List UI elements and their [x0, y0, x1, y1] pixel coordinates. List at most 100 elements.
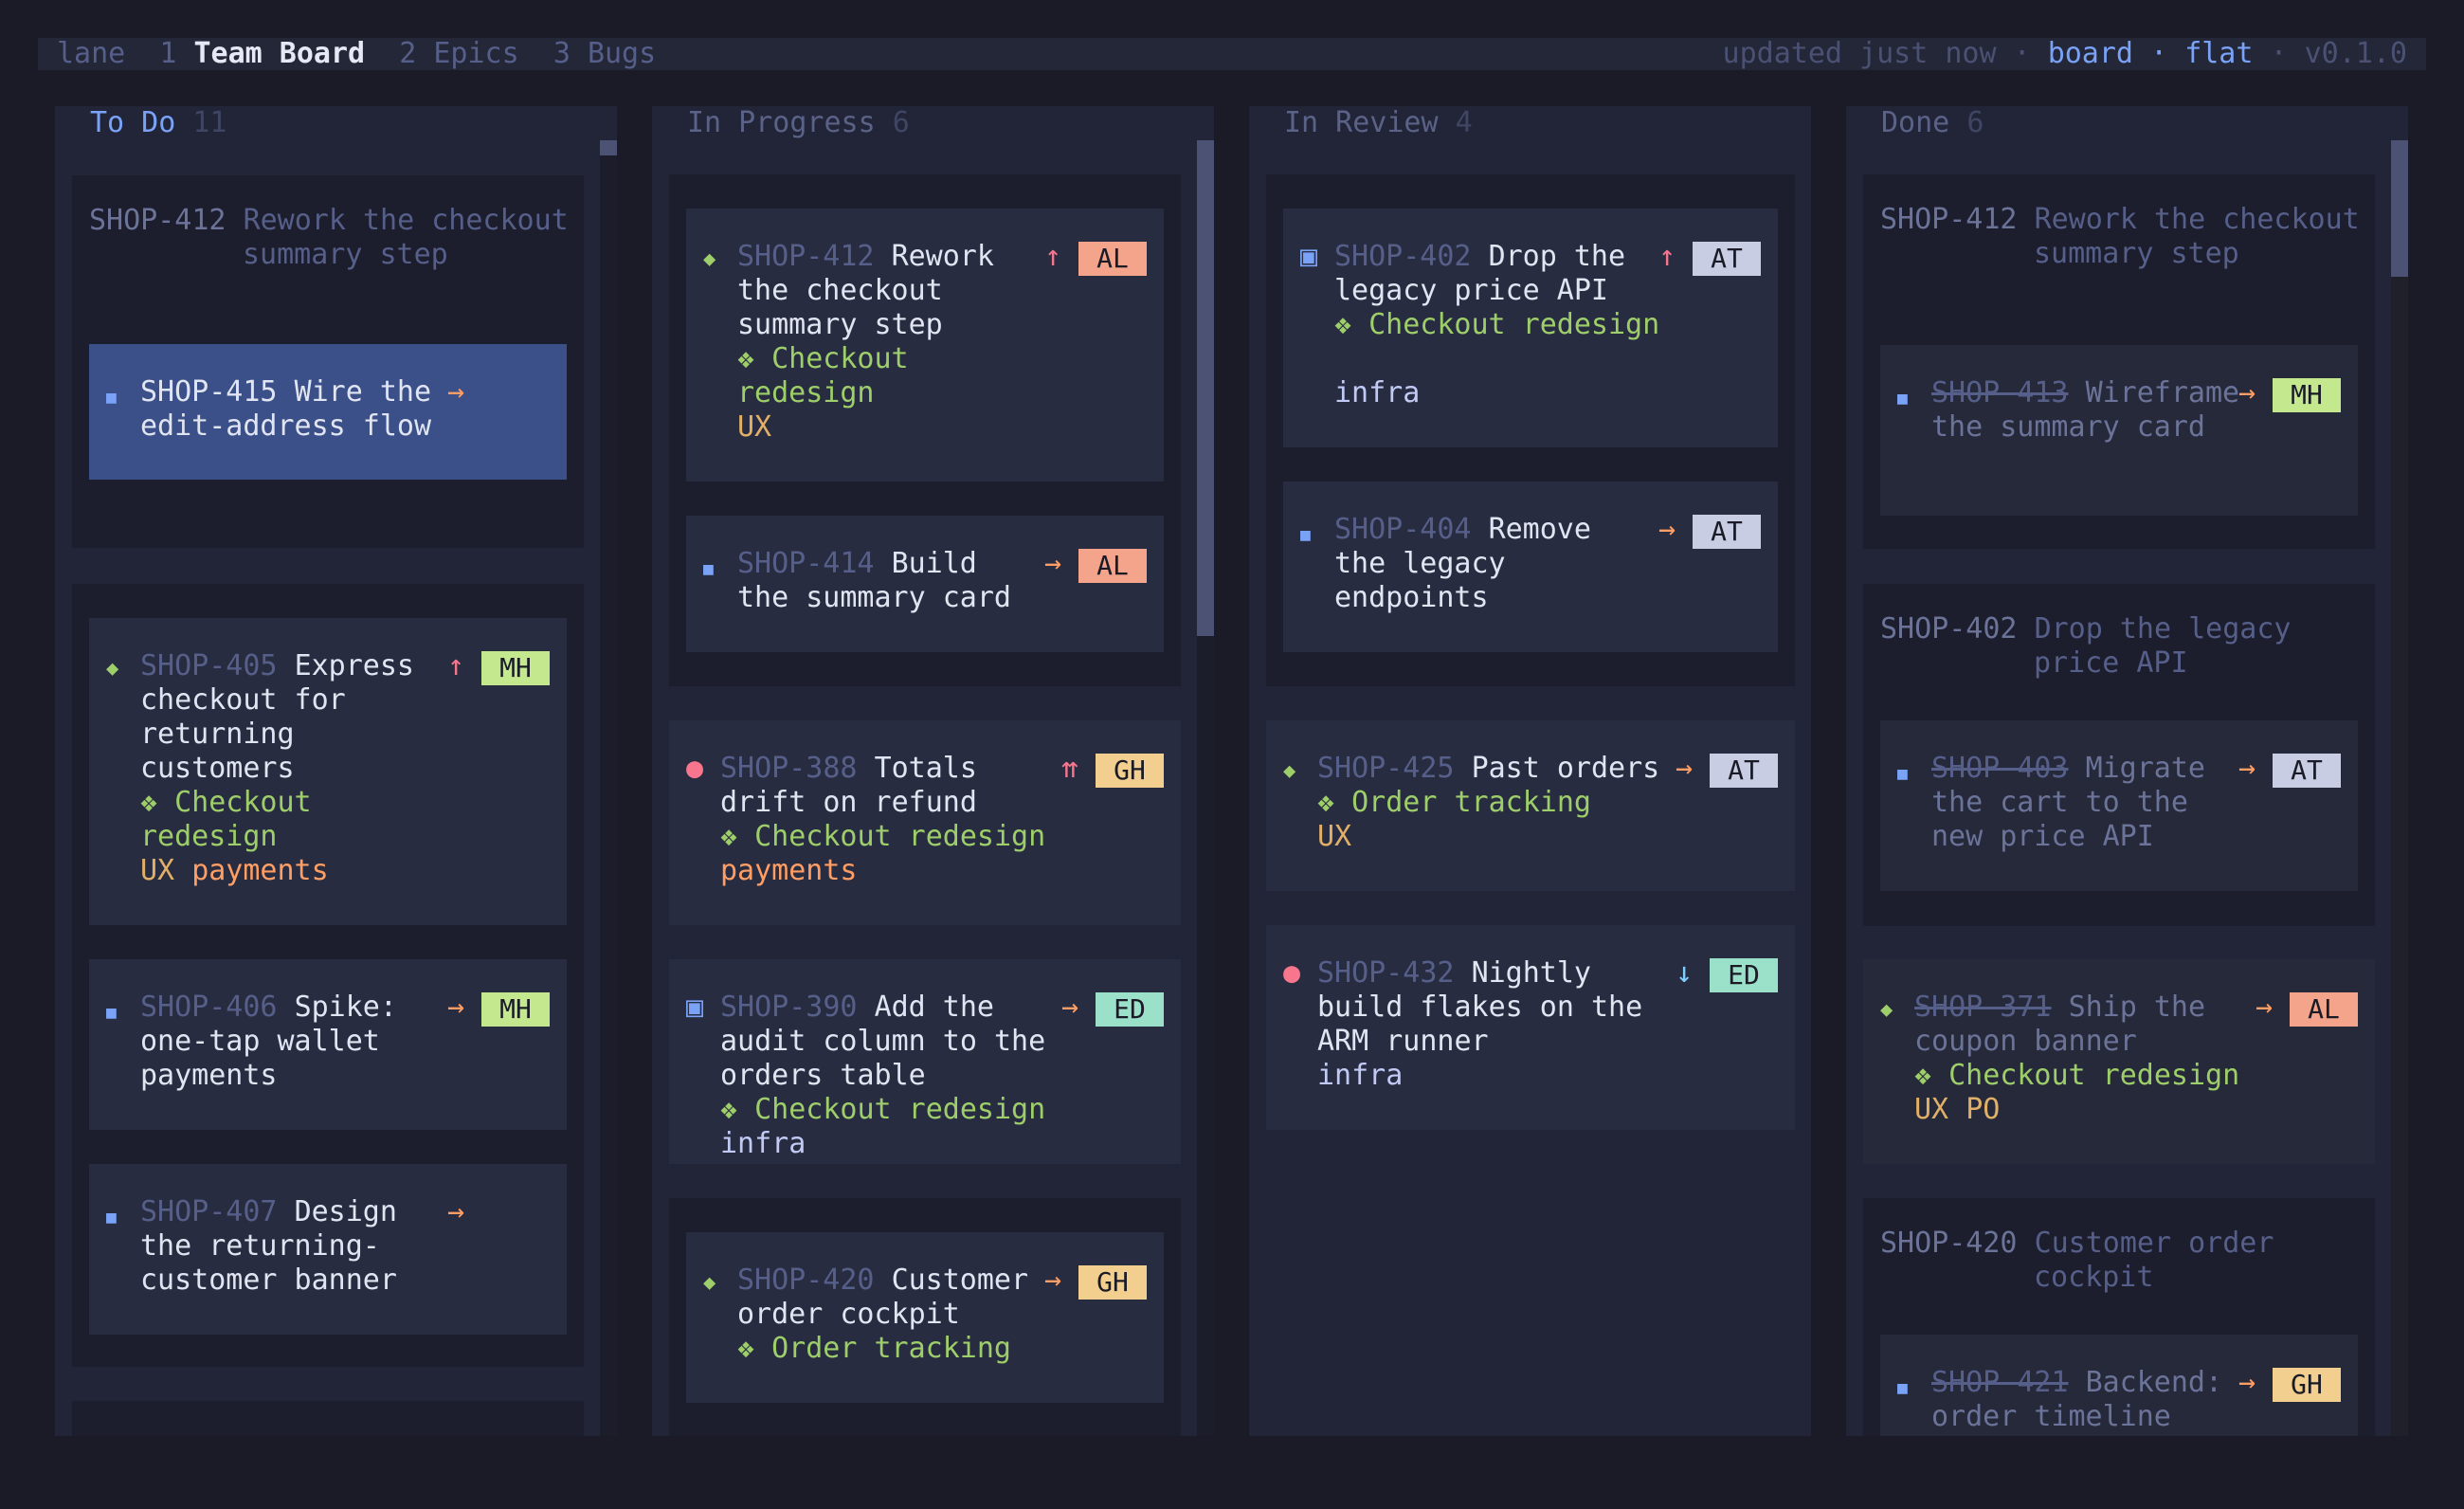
tab-epics[interactable]: 2 Epics	[399, 37, 518, 70]
group-shop-402[interactable]: SHOP-402 Drop the legacy price API ■ SHO…	[1863, 584, 2375, 926]
card-key: SHOP-414	[737, 547, 875, 580]
priority-highest-icon: ⇈	[1061, 752, 1079, 785]
scroll-thumb[interactable]	[2391, 140, 2408, 277]
epic-link[interactable]: ❖ Order tracking	[1317, 786, 1591, 820]
epic-link[interactable]: ❖ Checkout redesign	[720, 820, 1045, 854]
layout-mode[interactable]: flat	[2184, 37, 2253, 70]
column-count: 6	[892, 106, 910, 139]
card-shop-420[interactable]: ◆ SHOP-420 Customer order cockpit ❖ Orde…	[686, 1232, 1164, 1403]
column-done: Done 6 SHOP-412 Rework the checkout summ…	[1846, 106, 2408, 1436]
card-shop-407[interactable]: ■ SHOP-407 Design the returning- custome…	[89, 1164, 567, 1335]
card-shop-425[interactable]: ◆ SHOP-425 Past orders ❖ Order tracking …	[1266, 720, 1795, 891]
assignee-badge[interactable]: AL	[1078, 242, 1147, 276]
assignee-badge[interactable]: GH	[1096, 754, 1164, 788]
card-shop-402[interactable]: ▣ SHOP-402 Drop the legacy price API ❖ C…	[1283, 209, 1778, 447]
label-infra: infra	[1334, 376, 1421, 409]
card-title-line: customer banner	[140, 1264, 397, 1297]
card-shop-371[interactable]: ◆ SHOP-371 Ship the coupon banner ❖ Chec…	[1863, 959, 2375, 1164]
assignee-badge[interactable]: AT	[2273, 754, 2341, 788]
card-shop-421[interactable]: ■ SHOP-421 Backend: order timeline → GH	[1880, 1335, 2358, 1436]
task-icon: ▣	[1300, 240, 1318, 273]
assignee-badge[interactable]: ED	[1096, 992, 1164, 1027]
group-shop-412[interactable]: SHOP-412 Rework the checkout summary ste…	[72, 175, 584, 548]
story-icon: ■	[106, 388, 117, 408]
assignee-badge[interactable]: MH	[2273, 378, 2341, 412]
view-mode[interactable]: board	[2048, 37, 2133, 70]
version: v0.1.0	[2304, 37, 2407, 70]
update-status: updated just now	[1722, 37, 1997, 70]
card-title: Design	[294, 1195, 397, 1228]
card-shop-405[interactable]: ◆ SHOP-405 Express checkout for returnin…	[89, 618, 567, 925]
group-ungrouped: ◆ SHOP-405 Express checkout for returnin…	[72, 584, 584, 1367]
card-title: Totals	[874, 752, 977, 785]
label-payments: payments	[191, 854, 329, 887]
epic-link[interactable]: ❖ Checkout redesign	[1914, 1059, 2239, 1093]
priority-medium-icon: →	[1044, 547, 1062, 580]
group-shop-412[interactable]: SHOP-412 Rework the checkout summary ste…	[1863, 174, 2375, 549]
card-shop-412[interactable]: ◆ SHOP-412 Rework the checkout summary s…	[686, 209, 1164, 482]
assignee-badge[interactable]: AL	[1078, 549, 1147, 583]
story-icon: ■	[1897, 764, 1908, 784]
column-count: 6	[1966, 106, 1984, 139]
column-title: In Progress	[687, 106, 876, 139]
priority-medium-icon: →	[1044, 1264, 1062, 1297]
card-shop-403[interactable]: ■ SHOP-403 Migrate the cart to the new p…	[1880, 720, 2358, 891]
column-title: Done	[1881, 106, 1950, 139]
story-icon: ■	[703, 559, 714, 579]
story-icon: ■	[1897, 1378, 1908, 1398]
card-shop-415[interactable]: ■ SHOP-415 Wire the edit-address flow →	[89, 344, 567, 480]
epic-link[interactable]: ❖ Checkout	[737, 342, 909, 376]
tab-number: 1	[159, 37, 177, 70]
scroll-thumb[interactable]	[600, 140, 617, 155]
card-shop-404[interactable]: ■ SHOP-404 Remove the legacy endpoints →…	[1283, 482, 1778, 652]
card-title-line: order timeline	[1931, 1400, 2171, 1433]
card-key: SHOP-406	[140, 991, 278, 1024]
card-shop-406[interactable]: ■ SHOP-406 Spike: one-tap wallet payment…	[89, 959, 567, 1130]
card-shop-414[interactable]: ■ SHOP-414 Build the summary card → AL	[686, 516, 1164, 652]
story-icon: ■	[1300, 525, 1311, 545]
assignee-badge[interactable]: GH	[1078, 1265, 1147, 1300]
tab-bugs[interactable]: 3 Bugs	[553, 37, 656, 70]
card-shop-388[interactable]: ● SHOP-388 Totals drift on refund ❖ Chec…	[669, 720, 1181, 925]
card-shop-413[interactable]: ■ SHOP-413 Wireframe the summary card → …	[1880, 345, 2358, 516]
card-key: SHOP-421	[1931, 1366, 2069, 1399]
assignee-badge[interactable]: MH	[481, 651, 550, 685]
card-title-line: orders table	[720, 1059, 926, 1092]
card-title-line: order cockpit	[737, 1298, 960, 1331]
label-ux: UX	[1317, 820, 1352, 853]
feature-icon: ◆	[106, 657, 119, 681]
group-shop-420[interactable]: SHOP-420 Customer order cockpit ■ SHOP-4…	[1863, 1198, 2375, 1436]
assignee-badge[interactable]: AL	[2290, 992, 2358, 1027]
assignee-badge[interactable]: ED	[1710, 958, 1778, 992]
epic-link[interactable]: ❖ Order tracking	[737, 1332, 1011, 1366]
card-key: SHOP-402	[1334, 240, 1472, 273]
scroll-thumb[interactable]	[1197, 140, 1214, 636]
assignee-badge[interactable]: AT	[1693, 515, 1761, 549]
card-title-line: the legacy	[1334, 547, 1506, 580]
column-header: To Do 11	[90, 106, 227, 140]
assignee-badge[interactable]: MH	[481, 992, 550, 1027]
card-title-line: legacy price API	[1334, 274, 1608, 307]
scrollbar[interactable]	[600, 140, 617, 1436]
card-title: Spike:	[294, 991, 397, 1024]
card-title-line: new price API	[1931, 820, 2154, 853]
tab-number: 2	[399, 37, 417, 70]
assignee-badge[interactable]: AT	[1693, 242, 1761, 276]
epic-link[interactable]: ❖ Checkout redesign	[720, 1093, 1045, 1127]
scrollbar[interactable]	[2391, 140, 2408, 1436]
feature-icon: ◆	[703, 1271, 716, 1295]
card-shop-432[interactable]: ● SHOP-432 Nightly build flakes on the A…	[1266, 925, 1795, 1130]
card-title: Migrate	[2085, 752, 2205, 785]
tab-team-board[interactable]: 1 Team Board	[159, 37, 365, 70]
priority-medium-icon: →	[1061, 991, 1079, 1024]
assignee-badge[interactable]: AT	[1710, 754, 1778, 788]
card-shop-390[interactable]: ▣ SHOP-390 Add the audit column to the o…	[669, 959, 1181, 1164]
tab-label: Team Board	[193, 37, 366, 70]
epic-link[interactable]: ❖ Checkout redesign	[1334, 308, 1659, 342]
scrollbar[interactable]	[1197, 140, 1214, 1436]
group-order-tracking: ◆ SHOP-420 Customer order cockpit ❖ Orde…	[669, 1198, 1181, 1436]
card-title-line: the cart to the	[1931, 786, 2188, 819]
assignee-badge[interactable]: GH	[2273, 1368, 2341, 1402]
card-title: Ship the	[2068, 991, 2206, 1024]
epic-link[interactable]: ❖ Checkout	[140, 786, 312, 820]
